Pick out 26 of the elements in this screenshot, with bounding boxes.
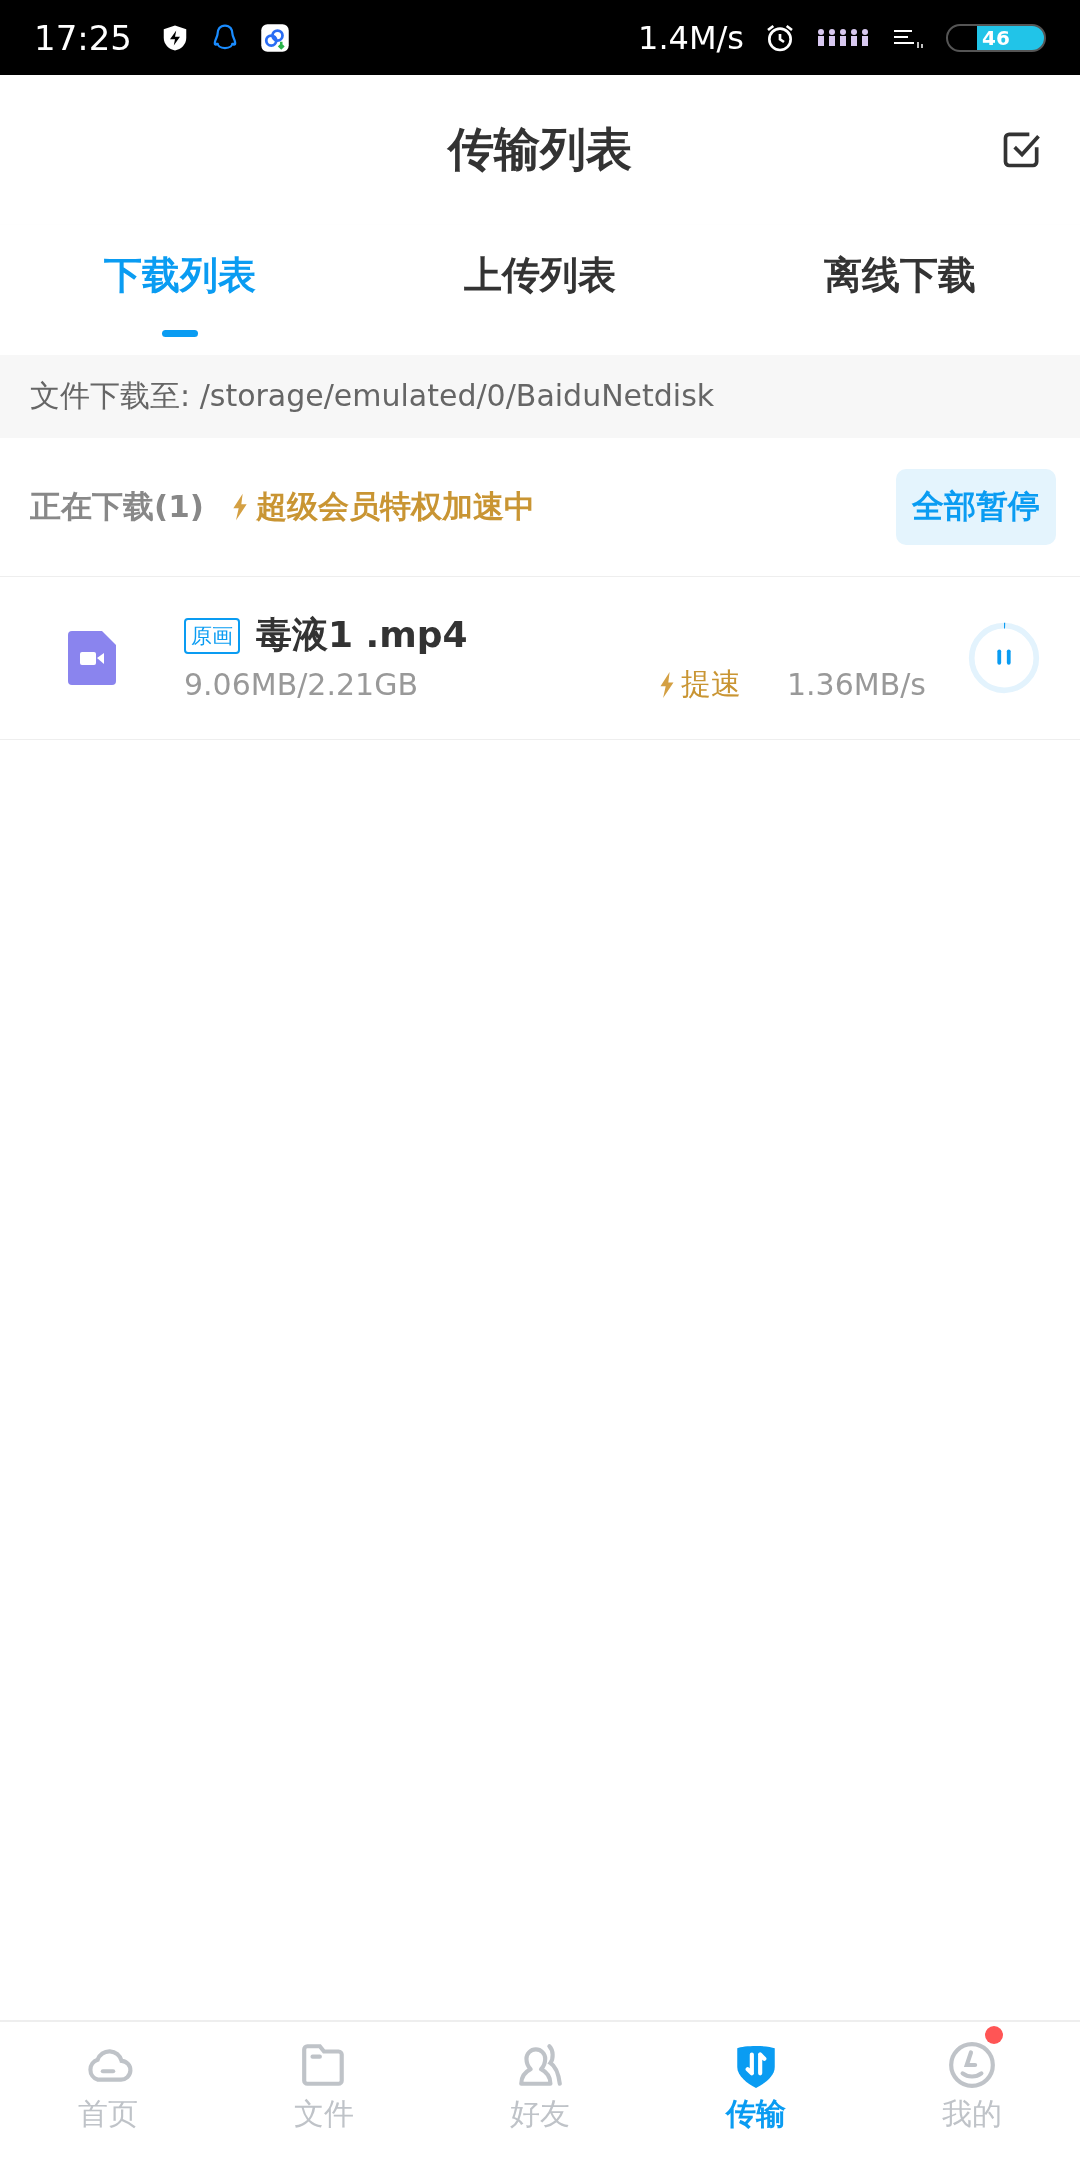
nav-tab[interactable]: 我的 xyxy=(864,2022,1080,2160)
file-name: 毒液1 .mp4 xyxy=(256,613,468,657)
pause-all-button[interactable]: 全部暂停 xyxy=(896,469,1056,545)
page-title: 传输列表 xyxy=(448,121,632,178)
download-size: 9.06MB/2.21GB xyxy=(184,667,418,702)
battery-level: 46 xyxy=(982,25,1010,50)
tab[interactable]: 上传列表 xyxy=(360,225,720,355)
nav-tab[interactable]: 好友 xyxy=(432,2022,648,2160)
video-file-icon xyxy=(68,631,116,685)
network-speed: 1.4M/s xyxy=(638,18,744,57)
nav-tab[interactable]: 传输 xyxy=(648,2022,864,2160)
tab[interactable]: 离线下载 xyxy=(720,225,1080,355)
clock: 17:25 xyxy=(34,17,132,58)
lightning-icon xyxy=(231,493,248,521)
smiley-icon xyxy=(947,2040,997,2090)
quality-tag: 原画 xyxy=(184,617,240,654)
tab[interactable]: 下载列表 xyxy=(0,225,360,355)
nav-tab[interactable]: 首页 xyxy=(0,2022,216,2160)
speed-up-link[interactable]: 提速 xyxy=(681,664,741,705)
section-title: 正在下载(1) xyxy=(30,487,204,526)
lightning-icon xyxy=(659,671,675,698)
cloud-app-icon xyxy=(260,22,290,53)
nav-tab[interactable]: 文件 xyxy=(216,2022,432,2160)
download-path: 文件下载至: /storage/emulated/0/BaiduNetdisk xyxy=(30,377,715,415)
boost-status: 超级会员特权加速中 xyxy=(255,487,535,526)
download-speed: 1.36MB/s xyxy=(787,667,926,702)
